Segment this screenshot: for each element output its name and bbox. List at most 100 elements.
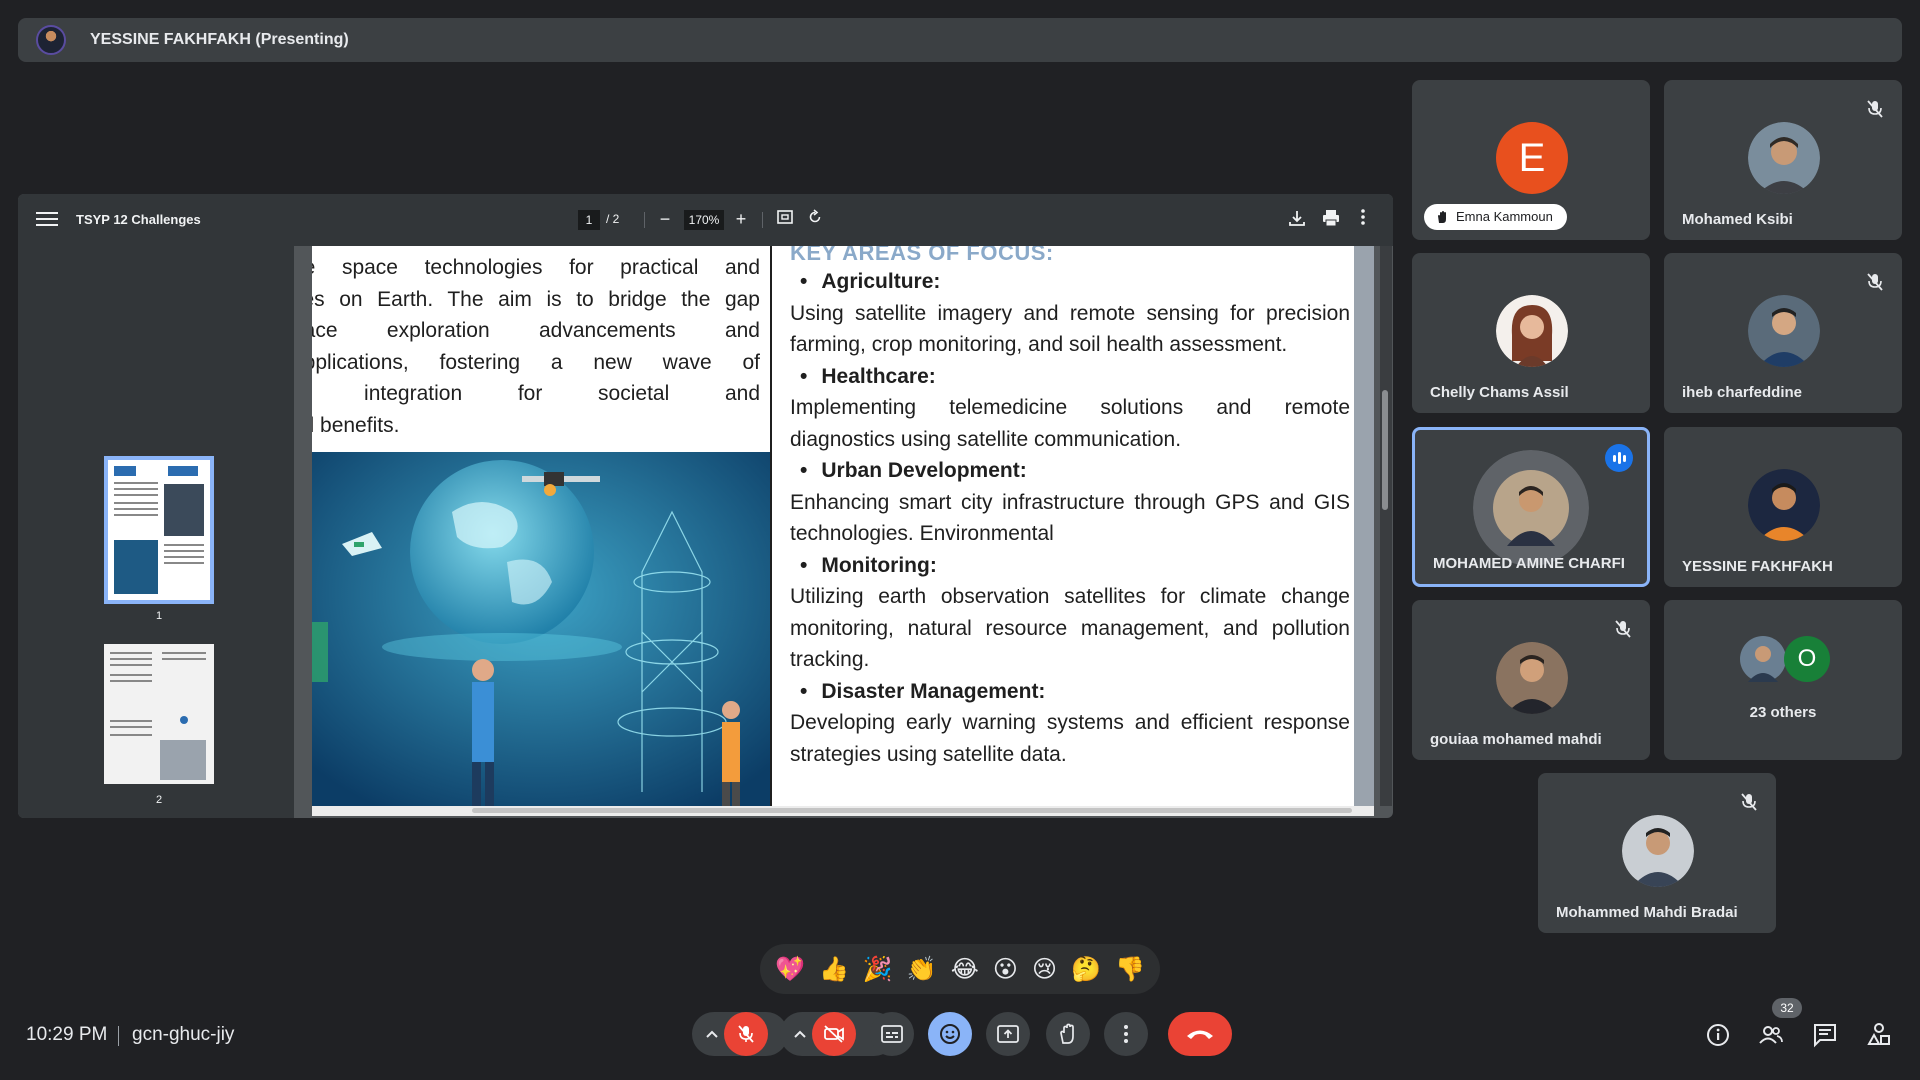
focus-text-urban-development: Enhancing smart city infrastructure thro… [790, 490, 1350, 546]
avatar [1473, 450, 1589, 566]
shared-screen-pdf-viewer[interactable]: TSYP 12 Challenges 1 / 2 − 170% + 1 2 ge… [18, 194, 1393, 818]
avatar [1496, 642, 1568, 714]
people-icon[interactable] [1758, 1022, 1784, 1048]
present-screen-button[interactable] [986, 1012, 1030, 1056]
reactions-bar: 💖 👍 🎉 👏 😂 😮 😢 🤔 👎 [760, 944, 1160, 994]
intro-text: ge space technologies for practical and … [312, 256, 760, 437]
present-screen-icon [997, 1025, 1019, 1043]
participant-name-pill: Emna Kammoun [1424, 204, 1567, 230]
focus-text-healthcare: Implementing telemedicine solutions and … [790, 396, 1350, 451]
scrollbar-thumb[interactable] [472, 808, 1352, 813]
participant-tile[interactable]: Mohamed Ksibi [1664, 80, 1902, 240]
zoom-out-icon[interactable]: − [654, 208, 676, 230]
mic-off-button[interactable] [724, 1012, 768, 1056]
chat-icon[interactable] [1812, 1022, 1838, 1048]
toolbar-divider [644, 212, 645, 228]
pdf-title: TSYP 12 Challenges [76, 212, 201, 227]
leave-call-button[interactable] [1168, 1012, 1232, 1056]
camera-off-button[interactable] [812, 1012, 856, 1056]
divider [118, 1026, 119, 1046]
toolbar-divider [762, 212, 763, 228]
mic-off-icon [1867, 273, 1883, 291]
participant-tile[interactable]: Mohammed Mahdi Bradai [1538, 773, 1776, 933]
captions-button[interactable] [870, 1012, 914, 1056]
presenter-avatar [36, 25, 66, 55]
participant-name: Mohammed Mahdi Bradai [1556, 904, 1738, 921]
reaction-heart[interactable]: 💖 [775, 955, 805, 983]
page-number-input[interactable]: 1 [578, 210, 600, 230]
page-edge [1354, 246, 1374, 806]
mic-off-icon [1867, 100, 1883, 118]
activities-icon[interactable] [1866, 1022, 1892, 1048]
avatar: E [1496, 122, 1568, 194]
focus-title-urban-development: Urban Development: [800, 455, 1350, 487]
focus-title-agriculture: Agriculture: [800, 266, 1350, 298]
reaction-clap[interactable]: 👏 [907, 955, 937, 983]
avatar [1748, 469, 1820, 541]
participant-tile[interactable]: Chelly Chams Assil [1412, 253, 1650, 413]
reaction-surprised[interactable]: 😮 [993, 955, 1018, 983]
avatar [1622, 815, 1694, 887]
focus-title-monitoring: Monitoring: [800, 550, 1350, 582]
participant-tile[interactable]: E Emna Kammoun [1412, 80, 1650, 240]
reaction-thumbs-down[interactable]: 👎 [1115, 955, 1145, 983]
fit-page-icon[interactable] [774, 208, 796, 230]
download-icon[interactable] [1286, 208, 1308, 230]
reaction-thumbs-up[interactable]: 👍 [819, 955, 849, 983]
more-vert-icon [1124, 1025, 1128, 1043]
pdf-toolbar: TSYP 12 Challenges 1 / 2 − 170% + [18, 194, 1393, 246]
participant-tile[interactable]: gouiaa mohamed mahdi [1412, 600, 1650, 760]
horizontal-scrollbar[interactable] [312, 806, 1374, 816]
raise-hand-button[interactable] [1046, 1012, 1090, 1056]
participant-tile[interactable]: YESSINE FAKHFAKH [1664, 427, 1902, 587]
participant-count-badge: 32 [1772, 998, 1802, 1018]
reaction-thinking[interactable]: 🤔 [1071, 955, 1101, 983]
speaking-indicator-icon [1605, 444, 1633, 472]
print-icon[interactable] [1320, 208, 1342, 230]
meeting-info-icon[interactable] [1705, 1022, 1731, 1048]
menu-icon[interactable] [36, 208, 58, 230]
page-thumbnail-1[interactable] [104, 456, 214, 604]
hang-up-icon [1187, 1030, 1213, 1039]
presenter-bar: YESSINE FAKHFAKH (Presenting) [18, 18, 1902, 62]
scrollbar-thumb[interactable] [1382, 390, 1388, 510]
meeting-time: 10:29 PM [26, 1024, 108, 1045]
focus-text-monitoring: Utilizing earth observation satellites f… [790, 585, 1350, 671]
others-tile[interactable]: O 23 others [1664, 600, 1902, 760]
zoom-level-input[interactable]: 170% [684, 210, 724, 230]
vertical-scrollbar[interactable] [1380, 246, 1392, 806]
focus-text-agriculture: Using satellite imagery and remote sensi… [790, 301, 1350, 357]
focus-text-disaster-management: Developing early warning systems and eff… [790, 711, 1350, 766]
others-count: 23 others [1749, 704, 1817, 721]
closed-captions-icon [881, 1025, 903, 1043]
avatar: O [1784, 636, 1830, 682]
participant-tile-active-speaker[interactable]: MOHAMED AMINE CHARFI [1412, 427, 1650, 587]
more-options-icon[interactable] [1352, 208, 1374, 230]
reaction-party[interactable]: 🎉 [863, 955, 893, 983]
participant-name: MOHAMED AMINE CHARFI [1433, 555, 1625, 572]
more-options-button[interactable] [1104, 1012, 1148, 1056]
participant-name: iheb charfeddine [1682, 384, 1803, 401]
reaction-sad[interactable]: 😢 [1032, 955, 1057, 983]
pdf-page: ge space technologies for practical and … [312, 246, 1374, 806]
meeting-code: gcn-ghuc-jiy [132, 1024, 235, 1045]
avatar [1496, 295, 1568, 367]
key-areas-column: KEY AREAS OF FOCUS: Agriculture: Using s… [790, 246, 1350, 770]
participant-name: Mohamed Ksibi [1682, 211, 1793, 228]
mic-off-icon [1741, 793, 1757, 811]
reactions-button[interactable] [928, 1012, 972, 1056]
reaction-laugh[interactable]: 😂 [951, 955, 979, 983]
thumbnail-label: 1 [155, 610, 163, 622]
page-thumbnail-2[interactable] [104, 644, 214, 784]
zoom-in-icon[interactable]: + [730, 208, 752, 230]
avatar [1748, 295, 1820, 367]
mic-off-icon [738, 1025, 754, 1043]
participant-tile[interactable]: iheb charfeddine [1664, 253, 1902, 413]
participant-name: gouiaa mohamed mahdi [1430, 731, 1602, 748]
avatar [1748, 122, 1820, 194]
participant-name: Chelly Chams Assil [1430, 384, 1569, 401]
section-heading: KEY AREAS OF FOCUS: [790, 246, 1054, 265]
presenter-name: YESSINE FAKHFAKH (Presenting) [90, 31, 349, 48]
column-divider [770, 246, 772, 806]
rotate-icon[interactable] [804, 208, 826, 230]
